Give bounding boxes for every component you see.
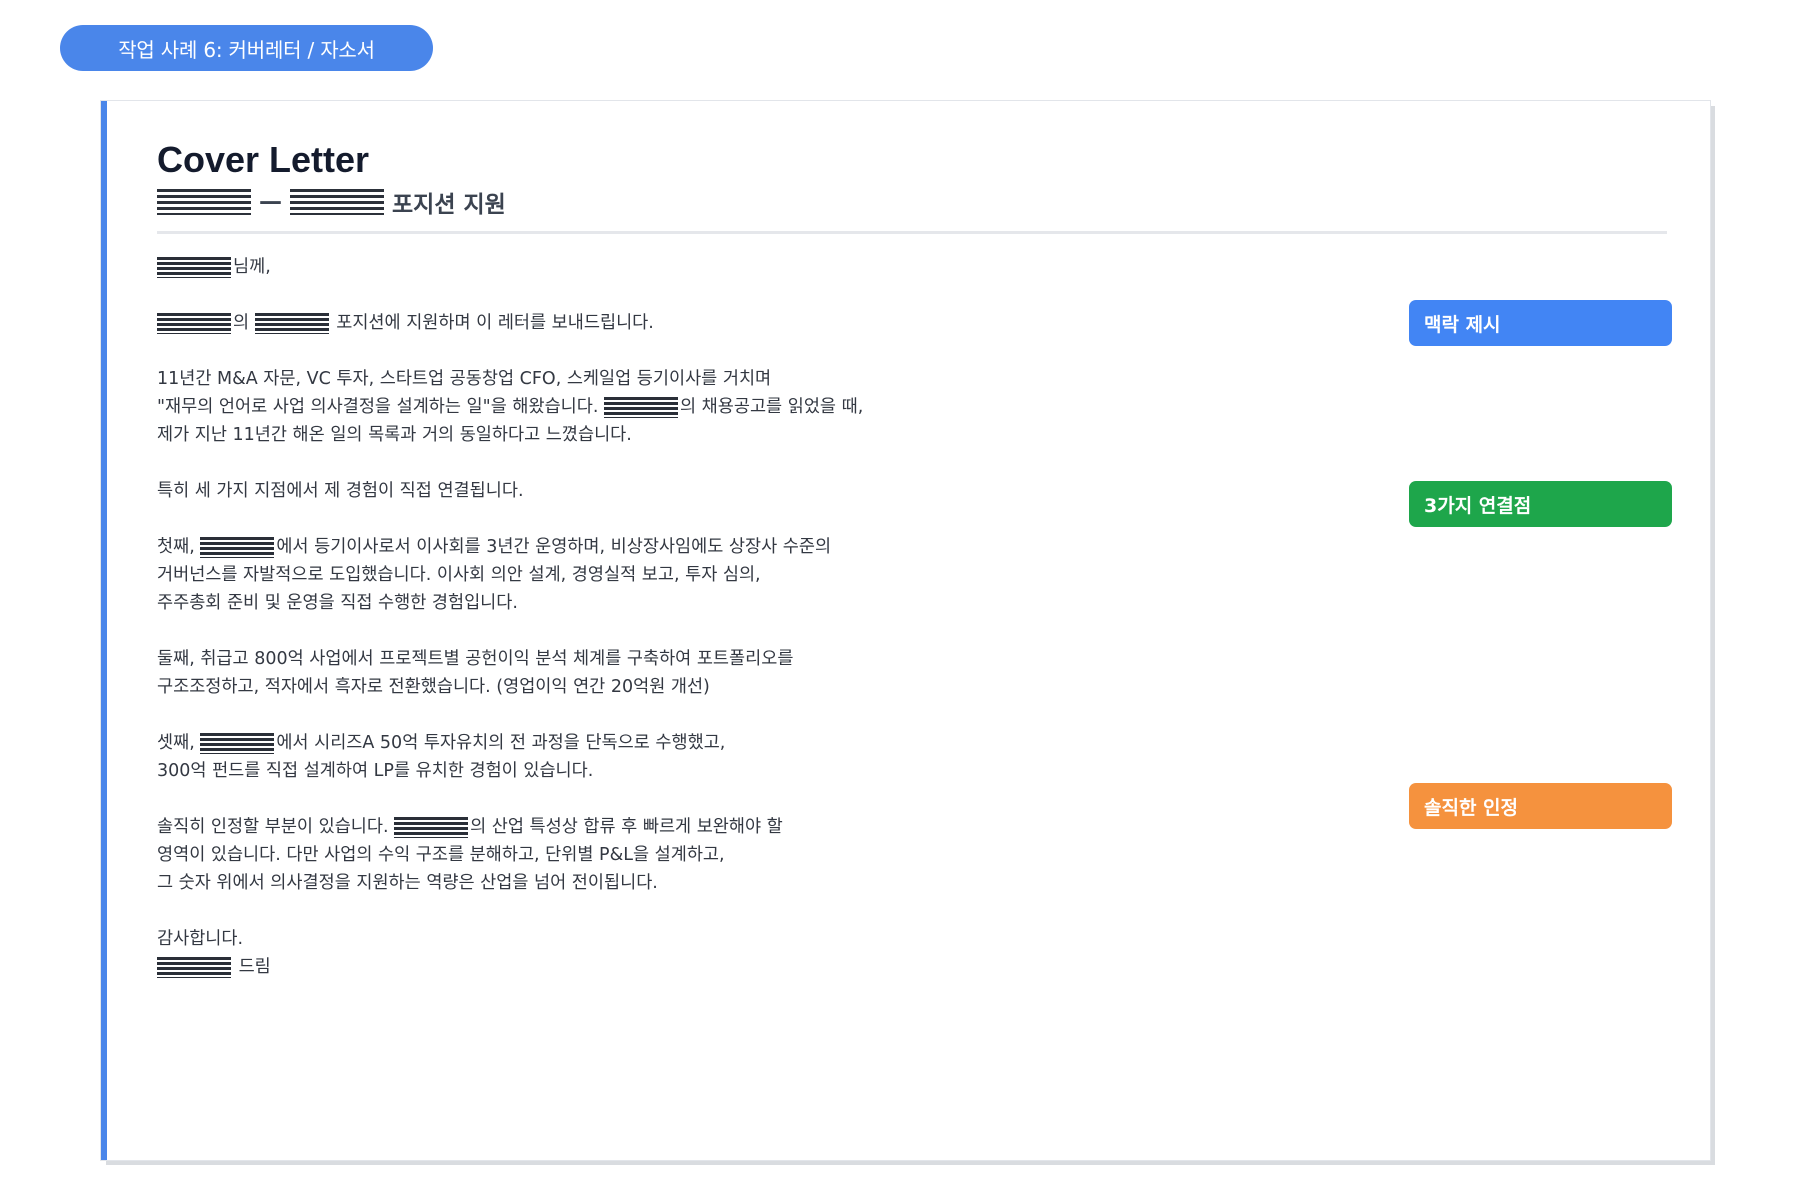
letter-line: 님께,: [157, 253, 1457, 281]
redacted-name-block: [200, 732, 275, 754]
case-pill-label: 작업 사례 6: 커버레터 / 자소서: [118, 37, 375, 62]
letter-text: 11년간 M&A 자문, VC 투자, 스타트업 공동창업 CFO, 스케일업 …: [157, 369, 772, 389]
letter-line: 구조조정하고, 적자에서 흑자로 전환했습니다. (영업이익 연간 20억원 개…: [157, 673, 1457, 701]
redacted-name-block: [200, 536, 275, 558]
letter-text: 주주총회 준비 및 운영을 직접 수행한 경험입니다.: [157, 593, 518, 613]
letter-paragraph: 둘째, 취급고 800억 사업에서 프로젝트별 공헌이익 분석 체계를 구축하여…: [157, 645, 1457, 701]
letter-text: 제가 지난 11년간 해온 일의 목록과 거의 동일하다고 느꼈습니다.: [157, 425, 632, 445]
letter-text: 영역이 있습니다. 다만 사업의 수익 구조를 분해하고, 단위별 P&L을 설…: [157, 845, 725, 865]
tag-honest-admission-label: 솔직한 인정: [1424, 796, 1519, 819]
letter-line: 거버넌스를 자발적으로 도입했습니다. 이사회 의안 설계, 경영실적 보고, …: [157, 561, 1457, 589]
letter-line: 솔직히 인정할 부분이 있습니다. 의 산업 특성상 합류 후 빠르게 보완해야…: [157, 813, 1457, 841]
letter-text: 구조조정하고, 적자에서 흑자로 전환했습니다. (영업이익 연간 20억원 개…: [157, 677, 710, 697]
letter-text: 그 숫자 위에서 의사결정을 지원하는 역량은 산업을 넘어 전이됩니다.: [157, 873, 658, 893]
redacted-company-block: [157, 189, 251, 215]
letter-paragraph: 특히 세 가지 지점에서 제 경험이 직접 연결됩니다.: [157, 477, 1457, 505]
letter-paragraph: 의 포지션에 지원하며 이 레터를 보내드립니다.: [157, 309, 1457, 337]
letter-text: 의 산업 특성상 합류 후 빠르게 보완해야 할: [470, 817, 783, 837]
letter-paragraph: 첫째, 에서 등기이사로서 이사회를 3년간 운영하며, 비상장사임에도 상장사…: [157, 533, 1457, 617]
redacted-name-block: [604, 396, 678, 418]
subtitle-dash: —: [259, 189, 282, 215]
letter-line: 특히 세 가지 지점에서 제 경험이 직접 연결됩니다.: [157, 477, 1457, 505]
redacted-name-block: [157, 956, 231, 978]
letter-line: 제가 지난 11년간 해온 일의 목록과 거의 동일하다고 느꼈습니다.: [157, 421, 1457, 449]
letter-line: 그 숫자 위에서 의사결정을 지원하는 역량은 산업을 넘어 전이됩니다.: [157, 869, 1457, 897]
redacted-name-block: [157, 312, 231, 334]
letter-text: 둘째, 취급고 800억 사업에서 프로젝트별 공헌이익 분석 체계를 구축하여…: [157, 649, 794, 669]
tag-context: 맥락 제시: [1409, 300, 1672, 346]
letter-paragraph: 님께,: [157, 253, 1457, 281]
case-pill: 작업 사례 6: 커버레터 / 자소서: [60, 25, 433, 71]
letter-line: 둘째, 취급고 800억 사업에서 프로젝트별 공헌이익 분석 체계를 구축하여…: [157, 645, 1457, 673]
letter-paragraph: 솔직히 인정할 부분이 있습니다. 의 산업 특성상 합류 후 빠르게 보완해야…: [157, 813, 1457, 897]
redacted-name-block: [254, 312, 329, 334]
tag-three-connections-label: 3가지 연결점: [1424, 494, 1532, 517]
redacted-name-block: [157, 256, 231, 278]
letter-text: 300억 펀드를 직접 설계하여 LP를 유치한 경험이 있습니다.: [157, 761, 594, 781]
letter-text: 감사합니다.: [157, 929, 244, 949]
letter-card: Cover Letter — 포지션 지원 님께, 의 포지션에 지원하며 이 레…: [101, 101, 1710, 1160]
letter-line: 영역이 있습니다. 다만 사업의 수익 구조를 분해하고, 단위별 P&L을 설…: [157, 841, 1457, 869]
letter-text: 에서 시리즈A 50억 투자유치의 전 과정을 단독으로 수행했고,: [276, 733, 726, 753]
letter-text: "재무의 언어로 사업 의사결정을 설계하는 일"을 해왔습니다.: [157, 397, 604, 417]
letter-text: 솔직히 인정할 부분이 있습니다.: [157, 817, 395, 837]
letter-line: 11년간 M&A 자문, VC 투자, 스타트업 공동창업 CFO, 스케일업 …: [157, 365, 1457, 393]
letter-line: 300억 펀드를 직접 설계하여 LP를 유치한 경험이 있습니다.: [157, 757, 1457, 785]
letter-line: 셋째, 에서 시리즈A 50억 투자유치의 전 과정을 단독으로 수행했고,: [157, 729, 1457, 757]
letter-text: 특히 세 가지 지점에서 제 경험이 직접 연결됩니다.: [157, 481, 524, 501]
letter-text: 님께,: [233, 257, 271, 277]
subtitle-suffix: 포지션 지원: [392, 192, 506, 218]
letter-line: 의 포지션에 지원하며 이 레터를 보내드립니다.: [157, 309, 1457, 337]
letter-text: 셋째,: [157, 733, 201, 753]
redacted-position-block: [290, 189, 384, 215]
letter-subtitle: — 포지션 지원: [157, 185, 506, 219]
letter-paragraph: 셋째, 에서 시리즈A 50억 투자유치의 전 과정을 단독으로 수행했고, 30…: [157, 729, 1457, 785]
letter-text: 의 채용공고를 읽었을 때,: [680, 397, 864, 417]
tag-context-label: 맥락 제시: [1424, 313, 1501, 336]
letter-line: 드림: [157, 953, 1457, 981]
letter-line: 주주총회 준비 및 운영을 직접 수행한 경험입니다.: [157, 589, 1457, 617]
letter-text: 드림: [233, 957, 271, 977]
tag-honest-admission: 솔직한 인정: [1409, 783, 1672, 829]
letter-paragraph: 감사합니다. 드림: [157, 925, 1457, 981]
letter-text: 포지션에 지원하며 이 레터를 보내드립니다.: [330, 313, 654, 333]
letter-line: "재무의 언어로 사업 의사결정을 설계하는 일"을 해왔습니다. 의 채용공고…: [157, 393, 1457, 421]
letter-text: 거버넌스를 자발적으로 도입했습니다. 이사회 의안 설계, 경영실적 보고, …: [157, 565, 761, 585]
letter-paragraph: 11년간 M&A 자문, VC 투자, 스타트업 공동창업 CFO, 스케일업 …: [157, 365, 1457, 449]
tag-three-connections: 3가지 연결점: [1409, 481, 1672, 527]
letter-line: 첫째, 에서 등기이사로서 이사회를 3년간 운영하며, 비상장사임에도 상장사…: [157, 533, 1457, 561]
redacted-name-block: [394, 816, 469, 838]
letter-title: Cover Letter: [157, 139, 370, 180]
letter-text: 첫째,: [157, 537, 201, 557]
letter-text: 에서 등기이사로서 이사회를 3년간 운영하며, 비상장사임에도 상장사 수준의: [276, 537, 832, 557]
title-divider: [157, 231, 1667, 234]
letter-line: 감사합니다.: [157, 925, 1457, 953]
letter-body: 님께, 의 포지션에 지원하며 이 레터를 보내드립니다. 11년간 M&A 자문,…: [157, 253, 1457, 1009]
letter-text: 의: [233, 313, 255, 333]
